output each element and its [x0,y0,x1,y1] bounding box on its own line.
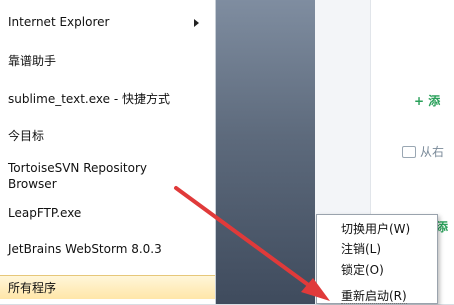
menu-item-leapftp[interactable]: LeapFTP.exe [8,205,207,221]
menu-item-label: 靠谱助手 [8,54,57,68]
menu-item-internet-explorer[interactable]: Internet Explorer [8,14,207,30]
menu-item-jinmubiao[interactable]: 今目标 [8,128,207,144]
menu-item-kaopu[interactable]: 靠谱助手 [8,53,207,69]
menu-item-label: 锁定(O) [341,263,384,277]
menu-item-label: 切换用户(W) [341,222,411,236]
all-programs-label: 所有程序 [8,281,57,295]
menu-item-label: sublime_text.exe - 快捷方式 [8,92,170,106]
start-menu-right-pane [216,0,315,304]
menu-item-label-line1: TortoiseSVN Repository [8,161,148,175]
menu-item-label: 今目标 [8,129,45,143]
menu-item-switch-user[interactable]: 切换用户(W) [341,220,433,238]
menu-item-webstorm[interactable]: JetBrains WebStorm 8.0.3 [8,241,207,257]
menu-item-label-line2: Browser [8,177,57,191]
menu-item-label: 重新启动(R) [341,289,407,304]
background-add-link[interactable]: + 添 [414,92,440,109]
menu-item-restart[interactable]: 重新启动(R) [341,287,433,305]
menu-item-tortoisesvn[interactable]: TortoiseSVN Repository Browser [8,160,207,192]
menu-item-label: JetBrains WebStorm 8.0.3 [8,242,162,256]
menu-item-sublime-text[interactable]: sublime_text.exe - 快捷方式 [8,91,207,107]
menu-item-label: Internet Explorer [8,15,110,29]
menu-item-label: LeapFTP.exe [8,206,82,220]
menu-item-label: 注销(L) [341,242,382,256]
image-icon [402,146,416,158]
all-programs-item[interactable]: 所有程序 [0,275,215,299]
power-options-menu: 切换用户(W) 注销(L) 锁定(O) 重新启动(R) [316,214,438,304]
menu-item-logoff[interactable]: 注销(L) [341,240,433,258]
chevron-right-icon [194,19,199,27]
menu-item-lock[interactable]: 锁定(O) [341,261,433,279]
background-from-text: 从右 [420,145,445,159]
start-menu-programs-pane: Internet Explorer 靠谱助手 sublime_text.exe … [0,0,216,304]
